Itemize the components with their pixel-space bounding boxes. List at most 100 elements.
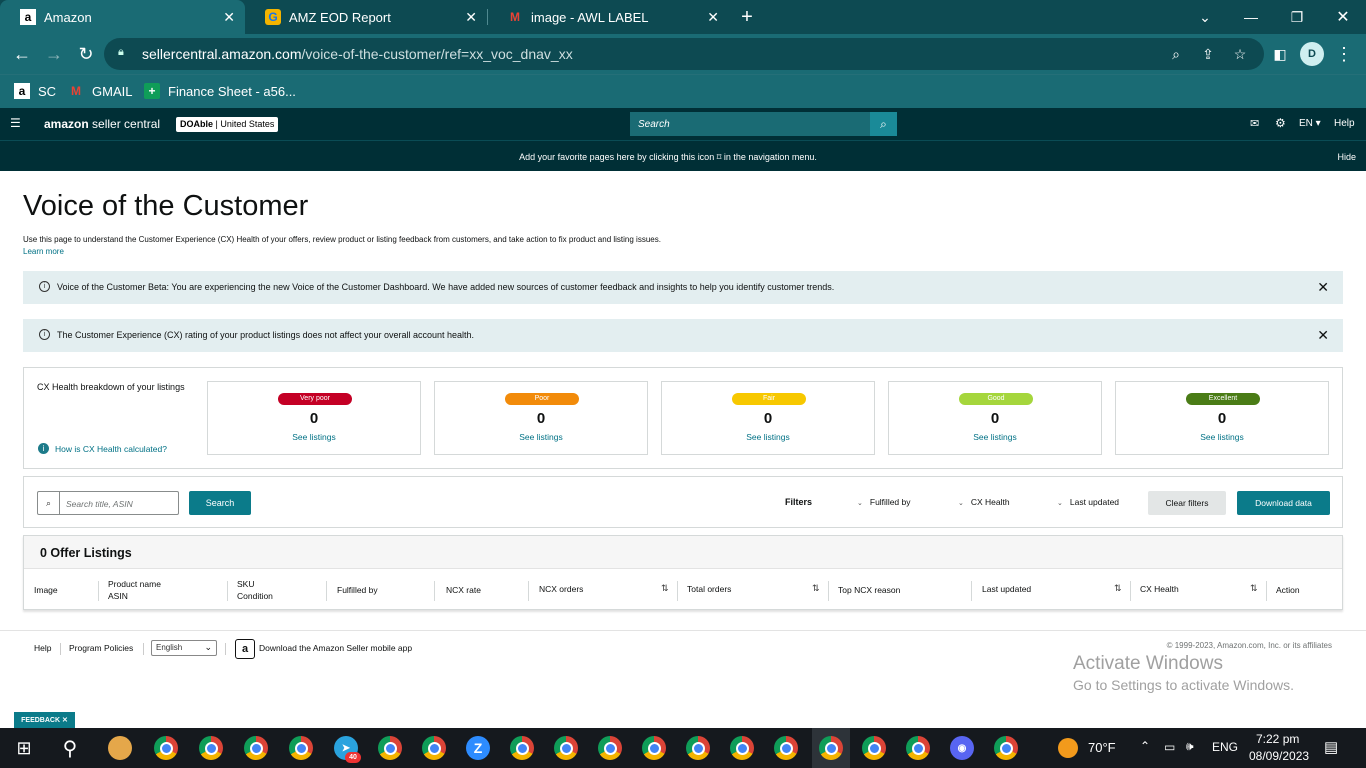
column-cx-health[interactable]: CX Health xyxy=(1140,583,1179,595)
amazon-app-icon[interactable]: a xyxy=(235,639,255,659)
hamburger-menu-icon[interactable]: ☰ xyxy=(10,117,22,129)
sort-icon[interactable]: ⇅ xyxy=(661,583,669,594)
column-ncx-orders[interactable]: NCX orders xyxy=(539,583,583,595)
store-selector[interactable]: DOAble | United States xyxy=(176,117,279,132)
chrome-icon[interactable] xyxy=(378,736,402,760)
kebab-menu-icon[interactable]: ⋮ xyxy=(1332,42,1356,66)
language-indicator[interactable]: ENG xyxy=(1212,740,1238,754)
search-icon[interactable]: ⌕ xyxy=(870,112,897,136)
chrome-icon[interactable] xyxy=(510,736,534,760)
header-search-input[interactable]: Search xyxy=(630,112,870,136)
chrome-icon[interactable] xyxy=(598,736,622,760)
chrome-icon[interactable] xyxy=(554,736,578,760)
download-data-button[interactable]: Download data xyxy=(1237,491,1330,515)
address-bar[interactable]: 🔒︎ sellercentral.amazon.com/voice-of-the… xyxy=(104,38,1264,70)
chrome-icon[interactable] xyxy=(774,736,798,760)
bookmark-gmail[interactable]: M GMAIL xyxy=(68,83,132,99)
sort-icon[interactable]: ⇅ xyxy=(1250,583,1258,594)
close-icon[interactable]: ✕ xyxy=(223,9,235,26)
chrome-icon[interactable] xyxy=(642,736,666,760)
weather-sun-icon[interactable] xyxy=(1058,738,1078,758)
search-icon[interactable]: ⚲ xyxy=(58,736,82,760)
listing-search-input[interactable]: ⌕ Search title, ASIN xyxy=(37,491,179,515)
tab-image-awl-label[interactable]: M image - AWL LABEL ✕ xyxy=(487,0,729,34)
bookmark-finance-sheet[interactable]: + Finance Sheet - a56... xyxy=(144,83,296,99)
download-app-link[interactable]: Download the Amazon Seller mobile app xyxy=(259,643,412,653)
widget-app-icon[interactable] xyxy=(108,736,132,760)
language-selector[interactable]: EN ▾ xyxy=(1299,118,1321,129)
column-product-name[interactable]: Product name ASIN xyxy=(108,578,161,602)
column-ncx-rate[interactable]: NCX rate xyxy=(446,584,481,596)
see-listings-link[interactable]: See listings xyxy=(662,432,874,442)
new-tab-icon[interactable]: + xyxy=(732,0,762,34)
chrome-icon[interactable] xyxy=(862,736,886,760)
weather-temperature[interactable]: 70°F xyxy=(1088,740,1116,755)
chrome-icon[interactable] xyxy=(994,736,1018,760)
chrome-icon[interactable] xyxy=(686,736,710,760)
share-icon[interactable]: ⇪ xyxy=(1198,44,1218,64)
feedback-button[interactable]: FEEDBACK ✕ xyxy=(14,712,75,728)
last-updated-dropdown[interactable]: ⌄ Last updated xyxy=(1057,497,1119,507)
cx-health-how-link[interactable]: i How is CX Health calculated? xyxy=(38,443,167,454)
tab-search-chevron-icon[interactable]: ⌄ xyxy=(1182,0,1228,34)
column-fulfilled-by[interactable]: Fulfilled by xyxy=(337,584,378,596)
chrome-icon[interactable] xyxy=(154,736,178,760)
meet-icon[interactable]: ▭ xyxy=(1164,740,1175,754)
clock-time[interactable]: 7:22 pm xyxy=(1256,732,1299,746)
mail-icon[interactable]: ✉ xyxy=(1250,117,1259,130)
see-listings-link[interactable]: See listings xyxy=(208,432,420,442)
column-top-ncx-reason[interactable]: Top NCX reason xyxy=(838,584,900,596)
discord-icon[interactable]: ◉ xyxy=(950,736,974,760)
footer-help-link[interactable]: Help xyxy=(34,643,51,653)
restore-icon[interactable]: ❐ xyxy=(1274,0,1320,34)
clock-date[interactable]: 08/09/2023 xyxy=(1249,749,1309,763)
profile-avatar[interactable]: D xyxy=(1300,42,1324,66)
program-policies-link[interactable]: Program Policies xyxy=(69,643,133,653)
column-last-updated[interactable]: Last updated xyxy=(982,583,1031,595)
see-listings-link[interactable]: See listings xyxy=(889,432,1101,442)
volume-icon[interactable]: 🕪︎ xyxy=(1186,739,1194,754)
bookmark-sc[interactable]: a SC xyxy=(14,83,56,99)
close-icon[interactable]: ✕ xyxy=(707,9,719,26)
notifications-icon[interactable]: ▤ xyxy=(1324,738,1338,756)
chrome-icon[interactable] xyxy=(244,736,268,760)
windows-start-icon[interactable]: ⊞ xyxy=(12,736,36,760)
chrome-icon[interactable] xyxy=(730,736,754,760)
column-total-orders[interactable]: Total orders xyxy=(687,583,731,595)
chrome-icon[interactable] xyxy=(906,736,930,760)
minimize-icon[interactable]: — xyxy=(1228,0,1274,34)
close-icon[interactable]: ✕ xyxy=(1317,327,1329,344)
side-panel-icon[interactable]: ◧ xyxy=(1268,42,1292,66)
chrome-icon[interactable] xyxy=(819,736,843,760)
clear-filters-button[interactable]: Clear filters xyxy=(1148,491,1226,515)
cx-health-dropdown[interactable]: ⌄ CX Health xyxy=(958,497,1010,507)
tab-amz-eod-report[interactable]: G AMZ EOD Report ✕ xyxy=(245,0,487,34)
chrome-icon[interactable] xyxy=(199,736,223,760)
tab-amazon[interactable]: a Amazon ✕ xyxy=(0,0,245,34)
gear-icon[interactable]: ⚙ xyxy=(1275,116,1286,130)
hide-link[interactable]: Hide xyxy=(1337,152,1356,162)
sort-icon[interactable]: ⇅ xyxy=(1114,583,1122,594)
back-arrow-icon[interactable]: ← xyxy=(10,42,34,66)
close-icon[interactable]: ✕ xyxy=(465,9,477,26)
see-listings-link[interactable]: See listings xyxy=(435,432,647,442)
chevron-up-icon[interactable]: ⌃ xyxy=(1140,739,1150,753)
search-button[interactable]: Search xyxy=(189,491,251,515)
sort-icon[interactable]: ⇅ xyxy=(812,583,820,594)
learn-more-link[interactable]: Learn more xyxy=(23,247,64,256)
url-text[interactable]: sellercentral.amazon.com/voice-of-the-cu… xyxy=(142,46,573,62)
forward-arrow-icon[interactable]: → xyxy=(42,42,66,66)
zoom-search-icon[interactable]: ⌕ xyxy=(1166,44,1186,64)
fulfilled-by-dropdown[interactable]: ⌄ Fulfilled by xyxy=(857,497,911,507)
zoom-icon[interactable]: Z xyxy=(466,736,490,760)
chrome-icon[interactable] xyxy=(289,736,313,760)
close-icon[interactable]: ✕ xyxy=(1317,279,1329,296)
window-close-icon[interactable]: ✕ xyxy=(1320,0,1366,34)
reload-icon[interactable]: ↻ xyxy=(74,42,98,66)
chrome-icon[interactable] xyxy=(422,736,446,760)
see-listings-link[interactable]: See listings xyxy=(1116,432,1328,442)
language-select[interactable]: English ⌄ xyxy=(151,640,217,656)
bookmark-star-icon[interactable]: ☆ xyxy=(1230,44,1250,64)
seller-central-logo[interactable]: amazon seller central xyxy=(44,117,160,131)
help-link[interactable]: Help xyxy=(1334,118,1355,129)
